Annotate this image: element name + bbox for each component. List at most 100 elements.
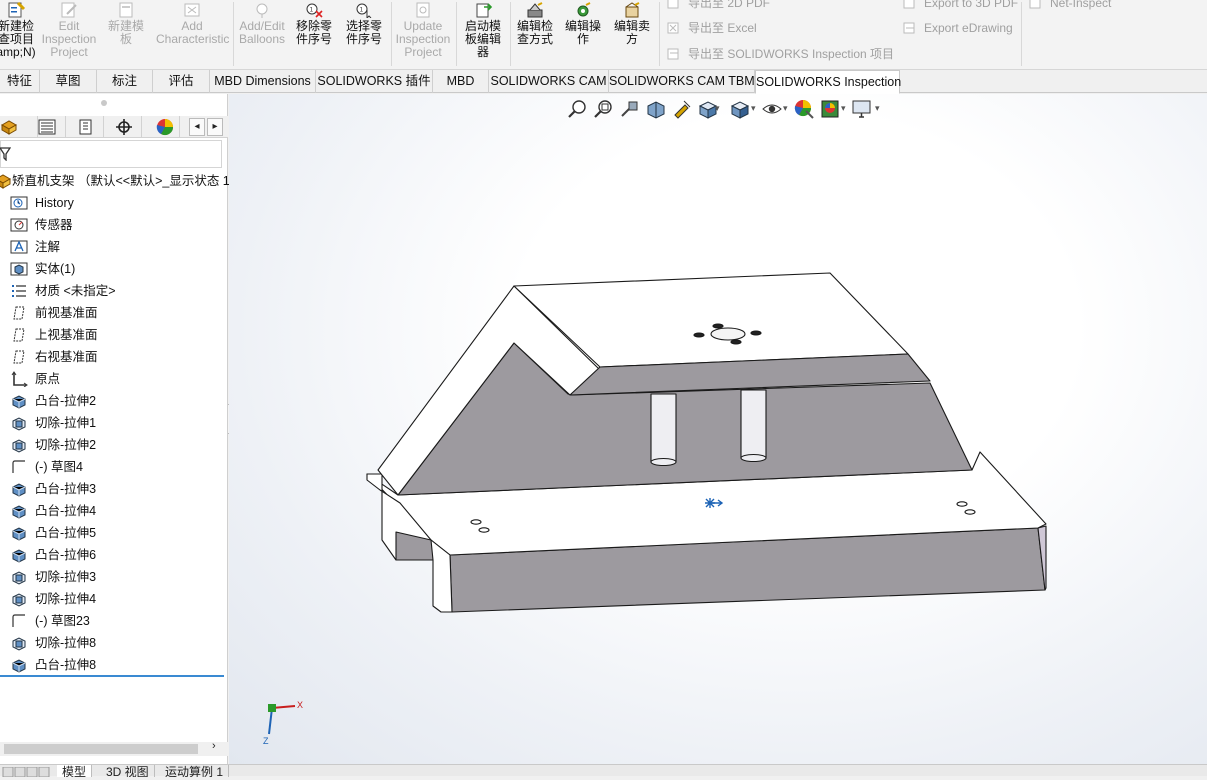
tree-item-label: 原点	[35, 372, 61, 386]
tab-scroll-buttons[interactable]	[2, 766, 50, 778]
launch-template-editor-label: 启动模板编辑器	[464, 19, 501, 59]
operation-icon	[577, 2, 591, 17]
tab-motion-study[interactable]: 运动算例 1	[160, 765, 230, 777]
tree-item-label: 传感器	[35, 218, 73, 232]
select-balloon-button[interactable]: 1 选择零件序号	[340, 0, 388, 66]
tree-item-label: 凸台-拉伸6	[35, 548, 97, 562]
add-edit-balloons-button[interactable]: Add/Edit Balloons	[236, 0, 288, 66]
tab-features[interactable]: 特征	[0, 70, 40, 93]
property-manager-icon	[38, 119, 56, 135]
pillar-right	[740, 389, 767, 459]
filter-bar[interactable]	[0, 140, 222, 168]
tree-item-label: 切除-拉伸2	[35, 438, 97, 452]
tree-item-label: 切除-拉伸1	[35, 416, 97, 430]
base-hole	[478, 527, 490, 533]
new-template-button[interactable]: 新建模板	[102, 0, 150, 66]
remove-balloon-button[interactable]: 1 移除零件序号	[290, 0, 338, 66]
bolt-hole	[693, 332, 705, 338]
export-group-1: 导出至 2D PDF 导出至 Excel 导出至 SOLIDWORKS Insp…	[664, 0, 894, 70]
tab-solidworks-addins[interactable]: SOLIDWORKS 插件	[316, 70, 433, 93]
export-edrawing-label: Export eDrawing	[924, 21, 1013, 35]
triad-x-label: X	[297, 700, 303, 710]
scrollbar-thumb[interactable]	[4, 744, 198, 754]
export-excel-label: 导出至 Excel	[688, 21, 757, 35]
balloon-icon	[256, 3, 268, 18]
coordinate-triad	[268, 704, 296, 735]
tab-mbd[interactable]: MBD	[433, 70, 489, 93]
tab-mbd-dimensions[interactable]: MBD Dimensions	[210, 70, 316, 93]
export-group-2: Export to 3D PDF Export eDrawing	[900, 0, 1020, 44]
add-edit-balloons-label: Add/Edit Balloons	[238, 19, 286, 46]
pillar-right-base	[740, 453, 767, 463]
display-manager-icon	[156, 119, 174, 136]
export-group-3: Net-Inspect	[1026, 0, 1146, 14]
dimxpert-icon	[116, 119, 132, 135]
tab-solidworks-cam[interactable]: SOLIDWORKS CAM	[489, 70, 609, 93]
tree-horizontal-scrollbar[interactable]: ›	[0, 740, 228, 756]
bottom-tabs-bar: 模型 3D 视图 运动算例 1	[0, 764, 1207, 778]
edit-operation-button[interactable]: 编辑操作	[560, 0, 606, 66]
export-inspection-project-button[interactable]: 导出至 SOLIDWORKS Inspection 项目	[664, 45, 894, 63]
tree-item-label: 注解	[35, 240, 61, 254]
export-3d-pdf-button[interactable]: Export to 3D PDF	[900, 0, 1018, 12]
ribbon-separator	[456, 2, 457, 66]
edit-inspection-method-button[interactable]: 编辑检查方式	[512, 0, 558, 66]
model-view[interactable]: X Z	[229, 94, 1207, 764]
sketch-icon	[12, 460, 25, 473]
manager-tabs: ◂ ▸	[0, 116, 228, 138]
update-inspection-project-label: Update Inspection Project	[395, 19, 451, 59]
tab-3d-views[interactable]: 3D 视图	[101, 765, 155, 777]
scroll-right-arrow-icon[interactable]: ›	[212, 740, 216, 752]
tab-markup[interactable]: 标注	[97, 70, 153, 93]
ribbon-separator	[233, 2, 234, 66]
tab-solidworks-cam-tbm[interactable]: SOLIDWORKS CAM TBM	[609, 70, 755, 93]
add-characteristic-button[interactable]: Add Characteristic	[154, 0, 230, 66]
tab-dimxpert-manager[interactable]	[104, 116, 142, 138]
tab-configuration-manager[interactable]	[66, 116, 104, 138]
update-inspection-project-button[interactable]: Update Inspection Project	[393, 0, 453, 66]
tab-solidworks-inspection[interactable]: SOLIDWORKS Inspection	[755, 70, 901, 94]
tabs-scroll-left-button[interactable]: ◂	[189, 118, 205, 136]
tree-root-label: 矫直机支架 （默认<<默认>_显示状态 1	[12, 174, 230, 188]
edit-inspection-project-label: Edit Inspection Project	[41, 19, 97, 59]
select-balloon-icon: 1	[356, 3, 372, 18]
tab-display-manager[interactable]	[142, 116, 180, 138]
pillar-left-base	[650, 457, 677, 467]
net-inspect-icon	[1029, 0, 1041, 9]
cut-extrude-icon	[12, 571, 26, 585]
solid-bodies-icon	[10, 262, 28, 276]
launch-template-editor-button[interactable]: 启动模板编辑器	[459, 0, 507, 66]
export-2d-pdf-button[interactable]: 导出至 2D PDF	[664, 0, 770, 12]
rollback-bar[interactable]	[0, 675, 224, 677]
edit-vendor-button[interactable]: 编辑卖方	[608, 0, 656, 66]
history-icon	[10, 196, 28, 210]
tab-sketch[interactable]: 草图	[40, 70, 97, 93]
graphics-area[interactable]: ▾ ▾ ▾ ▾ ▾ X Z	[229, 94, 1207, 764]
new-inspection-project-button[interactable]: 新建检查项目 amp;N)	[0, 0, 36, 66]
bolt-hole	[750, 330, 762, 336]
tree-item-label: 实体(1)	[35, 262, 76, 276]
part-model[interactable]	[366, 272, 1047, 613]
panel-grip[interactable]	[101, 100, 107, 106]
annotation-icon	[10, 240, 28, 254]
update-icon	[416, 2, 430, 18]
tree-item-label: (-) 草图23	[35, 614, 90, 628]
filter-icon	[0, 147, 11, 161]
edit-inspection-project-button[interactable]: Edit Inspection Project	[38, 0, 100, 66]
edit-vendor-label: 编辑卖方	[613, 19, 650, 46]
boss-extrude-icon	[12, 395, 26, 409]
net-inspect-button[interactable]: Net-Inspect	[1026, 0, 1111, 12]
plane-icon	[13, 306, 25, 320]
tabs-scroll-right-button[interactable]: ▸	[207, 118, 223, 136]
tab-model[interactable]: 模型	[57, 765, 93, 777]
edit-operation-label: 编辑操作	[564, 19, 601, 46]
export-excel-button[interactable]: 导出至 Excel	[664, 19, 757, 37]
new-template-icon	[119, 2, 133, 18]
pillar-left	[650, 393, 677, 463]
boss-extrude-icon	[12, 659, 26, 673]
tab-property-manager[interactable]	[28, 116, 66, 138]
cut-extrude-icon	[12, 637, 26, 651]
select-balloon-label: 选择零件序号	[345, 19, 382, 46]
tab-evaluate[interactable]: 评估	[153, 70, 210, 93]
export-edrawing-button[interactable]: Export eDrawing	[900, 19, 1013, 37]
